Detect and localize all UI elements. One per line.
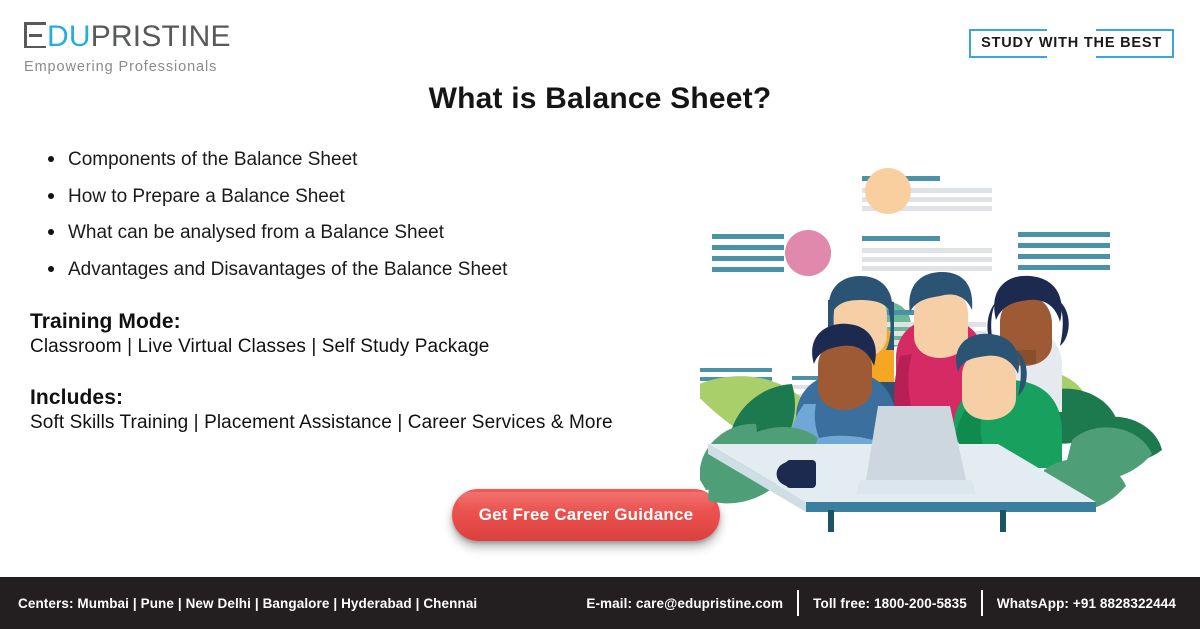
doc-lines-row2-left xyxy=(712,234,784,272)
bullet-dot-icon xyxy=(48,192,54,199)
study-with-the-best-badge: STUDY WITH THE BEST xyxy=(969,29,1174,58)
cta-container: Get Free Career Guidance xyxy=(452,489,720,541)
list-item: What can be analysed from a Balance Shee… xyxy=(42,220,722,246)
coffee-mug xyxy=(776,460,816,488)
badge-label: STUDY WITH THE BEST xyxy=(981,35,1162,51)
list-item-label: What can be analysed from a Balance Shee… xyxy=(68,222,445,244)
page-title: What is Balance Sheet? xyxy=(428,82,772,115)
banner: DU PRISTINE Empowering Professionals STU… xyxy=(0,0,1200,629)
bullet-dot-icon xyxy=(48,156,54,162)
course-details: Training Mode: Classroom | Live Virtual … xyxy=(30,310,750,434)
list-item-label: How to Prepare a Balance Sheet xyxy=(68,185,345,207)
illustration xyxy=(700,150,1200,580)
footer-toll-free[interactable]: Toll free: 1800-200-5835 xyxy=(799,596,981,611)
logo-edu-text: DU xyxy=(47,20,91,53)
list-item: How to Prepare a Balance Sheet xyxy=(42,184,722,210)
cta-label: Get Free Career Guidance xyxy=(478,505,694,524)
list-item: Advantages and Disavantages of the Balan… xyxy=(42,257,722,283)
circle-peach xyxy=(865,168,911,214)
logo-e-icon xyxy=(24,22,46,48)
footer-contacts: E-mail: care@edupristine.com Toll free: … xyxy=(572,590,1190,616)
brand-logo[interactable]: DU PRISTINE Empowering Professionals xyxy=(24,22,231,75)
list-item: Components of the Balance Sheet xyxy=(42,147,722,173)
footer-centers: Centers: Mumbai | Pune | New Delhi | Ban… xyxy=(18,595,478,611)
list-item-label: Advantages and Disavantages of the Balan… xyxy=(68,258,508,280)
training-mode-heading: Training Mode: xyxy=(30,310,181,333)
includes-heading: Includes: xyxy=(30,386,124,409)
circle-pink-left xyxy=(785,230,831,276)
logo-wordmark: DU PRISTINE xyxy=(24,22,231,52)
doc-lines-row2-right xyxy=(1018,232,1110,270)
bullet-dot-icon xyxy=(48,229,54,236)
doc-lines-row2-mid xyxy=(862,236,992,271)
logo-pristine-text: PRISTINE xyxy=(90,20,231,53)
logo-tagline: Empowering Professionals xyxy=(24,59,218,75)
includes-value: Soft Skills Training | Placement Assista… xyxy=(30,412,613,433)
footer-whatsapp[interactable]: WhatsApp: +91 8828322444 xyxy=(983,596,1190,611)
footer-bar: Centers: Mumbai | Pune | New Delhi | Ban… xyxy=(0,577,1200,629)
list-item-label: Components of the Balance Sheet xyxy=(68,149,358,170)
get-free-career-guidance-button[interactable]: Get Free Career Guidance xyxy=(452,489,720,541)
training-mode-value: Classroom | Live Virtual Classes | Self … xyxy=(30,336,490,357)
bullet-dot-icon xyxy=(48,265,54,272)
footer-email[interactable]: E-mail: care@edupristine.com xyxy=(572,596,797,611)
topic-list: Components of the Balance Sheet How to P… xyxy=(42,147,722,294)
